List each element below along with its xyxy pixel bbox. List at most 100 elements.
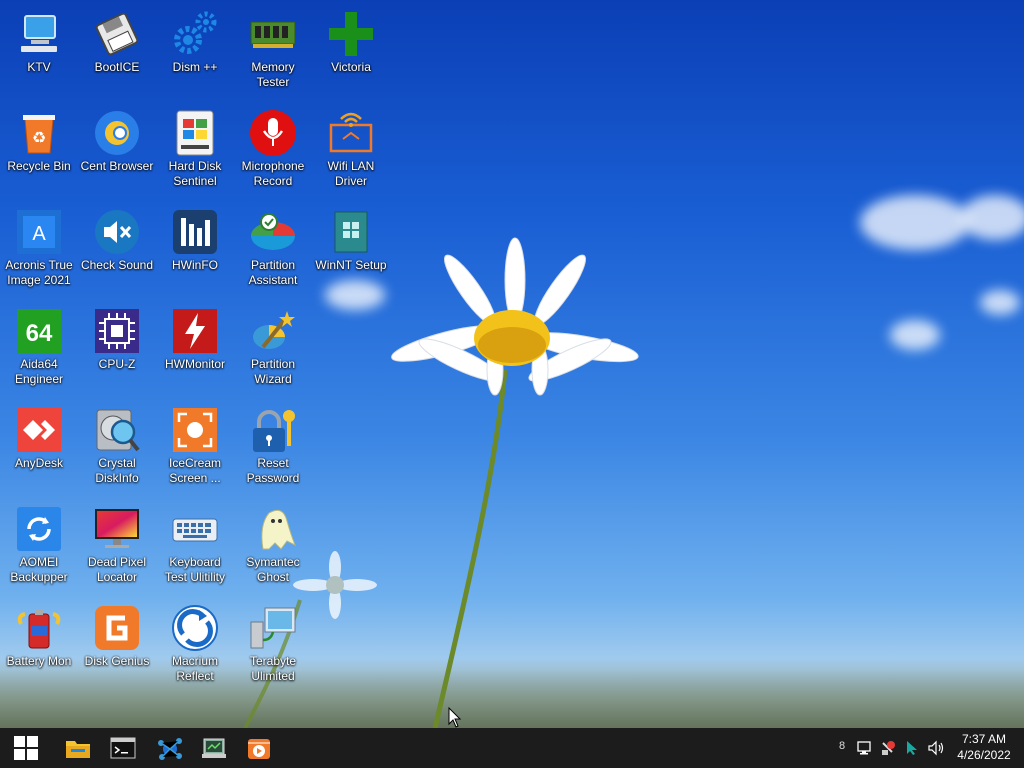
desktop-icon-wifi-lan-driver[interactable]: Wifi LAN Driver (312, 103, 390, 193)
system-tool-icon (202, 738, 226, 758)
desktop-icon-icecream[interactable]: IceCream Screen ... (156, 400, 234, 490)
desktop-icon-label: Macrium Reflect (171, 654, 218, 683)
tray-badge-count[interactable]: 8 (834, 740, 850, 756)
anydesk-icon (15, 406, 63, 454)
desktop-icon-disk-genius[interactable]: Disk Genius (78, 598, 156, 688)
desktop-icon-label: HWinFO (172, 258, 218, 272)
desktop-icon-cent-browser[interactable]: Cent Browser (78, 103, 156, 193)
lock-key-icon (249, 406, 297, 454)
desktop-icon-symantec-ghost[interactable]: Symantec Ghost (234, 499, 312, 589)
desktop-icon-recycle-bin[interactable]: ♻ Recycle Bin (0, 103, 78, 193)
svg-text:64: 64 (26, 320, 53, 347)
desktop-icon-aomei-backupper[interactable]: AOMEI Backupper (0, 499, 78, 589)
macrium-icon (171, 604, 219, 652)
desktop-icon-hwinfo[interactable]: HWinFO (156, 202, 234, 292)
desktop-icon-ktv[interactable]: KTV (0, 4, 78, 94)
recycle-bin-icon: ♻ (15, 109, 63, 157)
desktop-icon-label: HWMonitor (164, 357, 225, 371)
desktop-icon-acronis[interactable]: A Acronis True Image 2021 (0, 202, 78, 292)
desktop-icon-bootice[interactable]: BootICE (78, 4, 156, 94)
desktop-icon-terabyte[interactable]: Terabyte Ulimited (234, 598, 312, 688)
taskbar: 8 7:37 AM 4/26/2022 (0, 728, 1024, 768)
desktop-icon-label: Disk Genius (84, 654, 150, 668)
desktop-icon-crystal-diskinfo[interactable]: Crystal DiskInfo (78, 400, 156, 490)
terabyte-icon (249, 604, 297, 652)
desktop-icon-label: Aida64 Engineer (14, 357, 64, 386)
taskbar-clock[interactable]: 7:37 AM 4/26/2022 (954, 731, 1014, 763)
start-icon (14, 736, 38, 760)
desktop-icon-partition-wizard[interactable]: Partition Wizard (234, 301, 312, 391)
desktop-icon-battery-mon[interactable]: Battery Mon (0, 598, 78, 688)
computer-icon (15, 10, 63, 58)
desktop-icon-label: Microphone Record (241, 159, 305, 188)
desktop-icon-check-sound[interactable]: Check Sound (78, 202, 156, 292)
file-explorer-icon (66, 741, 90, 758)
tray-volume-icon[interactable] (928, 740, 944, 756)
terminal-icon (110, 737, 136, 759)
tray-security-icon[interactable] (880, 740, 896, 756)
microphone-icon (249, 109, 297, 157)
desktop-icon-label: Crystal DiskInfo (95, 456, 139, 485)
cent-browser-icon (93, 109, 141, 157)
mouse-cursor-icon (448, 707, 462, 728)
desktop-icon-hwmonitor[interactable]: HWMonitor (156, 301, 234, 391)
gears-icon (171, 10, 219, 58)
desktop-icon-label: Memory Tester (251, 60, 295, 89)
start-button[interactable] (10, 732, 42, 764)
icecream-icon (171, 406, 219, 454)
svg-text:♻: ♻ (32, 128, 46, 147)
desktop-icon-cpu-z[interactable]: CPU-Z (78, 301, 156, 391)
ghost-icon (249, 505, 297, 553)
desktop-icon-label: Check Sound (80, 258, 154, 272)
desktop-icon-aida64[interactable]: 64 Aida64 Engineer (0, 301, 78, 391)
clock-date: 4/26/2022 (957, 748, 1011, 762)
desktop-icon-label: AOMEI Backupper (10, 555, 68, 584)
svg-text:A: A (32, 223, 46, 245)
desktop-icon-memory-tester[interactable]: Memory Tester (234, 4, 312, 94)
desktop-icon-label: Dism ++ (172, 60, 218, 74)
desktop-icon-hard-disk-sentinel[interactable]: Hard Disk Sentinel (156, 103, 234, 193)
desktop-icon-victoria[interactable]: Victoria (312, 4, 390, 94)
desktop-icon-label: IceCream Screen ... (168, 456, 221, 485)
battery-icon (15, 604, 63, 652)
crystal-diskinfo-icon (93, 406, 141, 454)
wifi-icon (327, 109, 375, 157)
desktop-icon-dead-pixel-locator[interactable]: Dead Pixel Locator (78, 499, 156, 589)
clock-time: 7:37 AM (961, 732, 1007, 746)
taskbar-terminal[interactable] (107, 732, 139, 764)
desktop-icon-reset-password[interactable]: Reset Password (234, 400, 312, 490)
desktop-icon-label: Battery Mon (6, 654, 72, 668)
taskbar-file-explorer[interactable] (62, 732, 94, 764)
desktop[interactable]: KTV BootICE Dism ++ Memory Tester Victor… (0, 0, 1024, 728)
desktop-icon-label: Partition Wizard (250, 357, 296, 386)
desktop-icon-keyboard-test[interactable]: Keyboard Test Ulitility (156, 499, 234, 589)
floppy-icon (93, 10, 141, 58)
green-cross-icon (327, 10, 375, 58)
network-app-icon (158, 738, 182, 760)
tray-cursor-tool-icon[interactable] (904, 740, 920, 756)
keyboard-icon (171, 505, 219, 553)
desktop-icon-grid: KTV BootICE Dism ++ Memory Tester Victor… (0, 0, 400, 728)
taskbar-network-app[interactable] (154, 732, 186, 764)
desktop-icon-label: Hard Disk Sentinel (168, 159, 222, 188)
desktop-icon-microphone-record[interactable]: Microphone Record (234, 103, 312, 193)
desktop-icon-label: Dead Pixel Locator (87, 555, 147, 584)
aomei-icon (15, 505, 63, 553)
desktop-icon-macrium-reflect[interactable]: Macrium Reflect (156, 598, 234, 688)
desktop-icon-label: Symantec Ghost (246, 555, 300, 584)
tray-network-icon[interactable] (856, 740, 872, 756)
taskbar-media-player[interactable] (243, 732, 275, 764)
desktop-icon-partition-assistant[interactable]: Partition Assistant (234, 202, 312, 292)
desktop-icon-winnt-setup[interactable]: WinNT Setup (312, 202, 390, 292)
hwinfo-icon (171, 208, 219, 256)
desktop-icon-anydesk[interactable]: AnyDesk (0, 400, 78, 490)
desktop-icon-label: Partition Assistant (248, 258, 298, 287)
monitor-icon (93, 505, 141, 553)
desktop-icon-label: Acronis True Image 2021 (5, 258, 73, 287)
system-tray: 8 7:37 AM 4/26/2022 (834, 728, 1024, 768)
desktop-icon-label: WinNT Setup (315, 258, 387, 272)
desktop-icon-label: Terabyte Ulimited (249, 654, 297, 683)
desktop-icon-dism[interactable]: Dism ++ (156, 4, 234, 94)
media-player-icon (248, 739, 270, 759)
taskbar-system-tool[interactable] (198, 732, 230, 764)
